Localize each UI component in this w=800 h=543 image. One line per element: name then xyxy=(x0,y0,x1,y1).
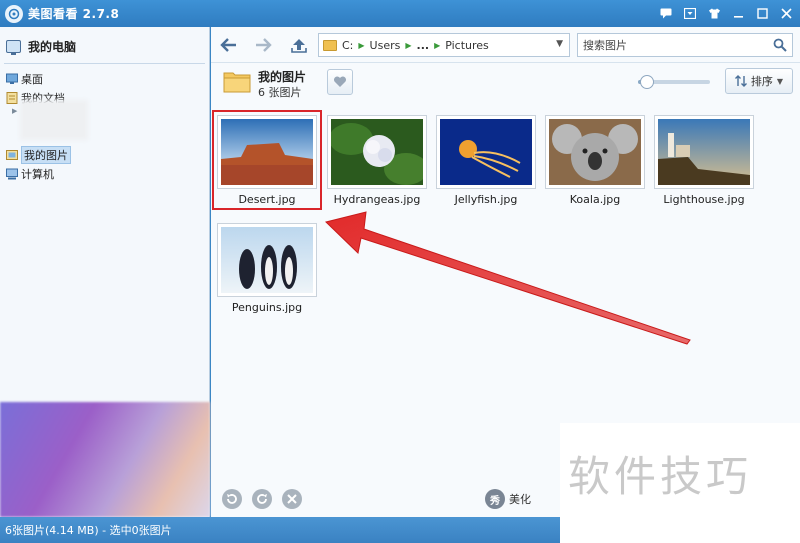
chevron-down-icon: ▼ xyxy=(776,76,784,86)
blurred-area xyxy=(20,100,88,140)
close-icon xyxy=(287,494,297,504)
chevron-down-icon[interactable]: ▼ xyxy=(556,39,563,49)
close-icon[interactable] xyxy=(776,4,796,22)
thumbnail-penguins[interactable]: Penguins.jpg xyxy=(215,219,319,319)
arrow-right-icon xyxy=(256,38,272,52)
maximize-icon[interactable] xyxy=(752,4,772,22)
folder-icon xyxy=(223,72,251,93)
search-placeholder: 搜索图片 xyxy=(583,39,627,52)
breadcrumb-separator-icon: ▶ xyxy=(434,40,441,50)
highlight-box xyxy=(212,110,322,210)
rotate-right-button[interactable] xyxy=(252,489,272,509)
thumbnail-hydrangeas[interactable]: Hydrangeas.jpg xyxy=(325,111,429,211)
nav-toolbar: C: ▶ Users ▶ ... ▶ Pictures ▼ 搜索图片 xyxy=(211,27,800,63)
file-name: Koala.jpg xyxy=(569,193,621,206)
watermark-text: 软件技巧 xyxy=(568,452,753,501)
search-icon[interactable] xyxy=(773,38,787,52)
expand-arrow-icon[interactable]: ▶ xyxy=(12,107,17,115)
beautify-icon: 秀 xyxy=(485,489,505,509)
thumbnail-image xyxy=(545,115,645,189)
zoom-slider-knob[interactable] xyxy=(639,75,654,89)
address-bar[interactable]: C: ▶ Users ▶ ... ▶ Pictures ▼ xyxy=(318,33,570,57)
heart-icon xyxy=(333,76,347,87)
delete-button[interactable] xyxy=(282,489,302,509)
my-computer-header[interactable]: 我的电脑 xyxy=(6,38,76,55)
file-name: Penguins.jpg xyxy=(231,301,303,314)
sidebar-item-label: 桌面 xyxy=(21,72,43,86)
thumbnail-image xyxy=(654,115,754,189)
sidebar: 我的电脑 桌面 我的文档 我的图片 计算机 ▶ xyxy=(0,27,210,517)
breadcrumb-separator-icon: ▶ xyxy=(358,40,365,50)
file-name: Lighthouse.jpg xyxy=(663,193,745,206)
window-title: 美图看看 2.7.8 xyxy=(28,7,120,21)
computer-icon xyxy=(6,168,18,179)
thumbnail-jellyfish[interactable]: Jellyfish.jpg xyxy=(434,111,538,211)
watermark-panel: 软件技巧 xyxy=(560,423,800,543)
arrow-left-icon xyxy=(220,38,236,52)
sidebar-item-label: 计算机 xyxy=(21,167,54,181)
breadcrumb-drive[interactable]: C: xyxy=(342,39,353,52)
sidebar-item-label: 我的图片 xyxy=(21,145,71,164)
up-folder-button[interactable] xyxy=(288,34,310,56)
folder-icon xyxy=(323,39,337,51)
sidebar-divider xyxy=(4,63,205,64)
zoom-slider[interactable] xyxy=(638,75,710,89)
breadcrumb-pictures[interactable]: Pictures xyxy=(445,39,489,52)
sort-label: 排序 xyxy=(750,75,773,88)
thumbnail-image xyxy=(436,115,536,189)
rotate-left-icon xyxy=(227,494,237,504)
forward-button[interactable] xyxy=(252,34,274,56)
file-name: Hydrangeas.jpg xyxy=(333,193,421,206)
app-window: 美图看看 2.7.8 我的电脑 桌面 我的文档 我的图片 计算机 ▶ C: ▶ … xyxy=(0,0,800,543)
breadcrumb-ellipsis[interactable]: ... xyxy=(417,39,430,52)
breadcrumb-separator-icon: ▶ xyxy=(405,40,412,50)
status-text: 6张图片(4.14 MB) - 选中0张图片 xyxy=(5,524,172,537)
blurred-preview xyxy=(0,402,210,517)
sort-button[interactable]: 排序 ▼ xyxy=(725,68,793,94)
documents-icon xyxy=(6,91,18,104)
folder-info-bar: 我的图片 6 张图片 排序 ▼ xyxy=(211,63,800,105)
image-count: 6 张图片 xyxy=(258,86,302,99)
breadcrumb-users[interactable]: Users xyxy=(370,39,401,52)
back-button[interactable] xyxy=(218,34,240,56)
rotate-left-button[interactable] xyxy=(222,489,242,509)
computer-icon xyxy=(6,40,21,55)
pictures-folder-icon xyxy=(6,149,18,160)
beautify-label: 美化 xyxy=(509,493,531,506)
sort-icon xyxy=(734,75,747,87)
thumbnail-koala[interactable]: Koala.jpg xyxy=(543,111,647,211)
thumbnail-lighthouse[interactable]: Lighthouse.jpg xyxy=(652,111,756,211)
skin-icon[interactable] xyxy=(704,4,724,22)
search-input[interactable]: 搜索图片 xyxy=(577,33,793,57)
my-computer-label: 我的电脑 xyxy=(28,40,77,54)
sidebar-item-desktop[interactable]: 桌面 xyxy=(6,69,71,88)
minimize-icon[interactable] xyxy=(728,4,748,22)
rotate-right-icon xyxy=(257,494,267,504)
thumbnail-image xyxy=(327,115,427,189)
feedback-icon[interactable] xyxy=(656,4,676,22)
desktop-icon xyxy=(6,73,18,84)
menu-icon[interactable] xyxy=(680,4,700,22)
favorite-button[interactable] xyxy=(327,69,353,95)
folder-name: 我的图片 xyxy=(258,70,307,84)
file-name: Jellyfish.jpg xyxy=(454,193,518,206)
app-logo-icon xyxy=(5,4,23,23)
up-arrow-icon xyxy=(291,39,307,53)
sidebar-item-pictures[interactable]: 我的图片 xyxy=(6,145,71,164)
sidebar-item-computer[interactable]: 计算机 xyxy=(6,164,71,183)
beautify-button[interactable]: 秀 美化 xyxy=(485,489,531,509)
thumbnail-image xyxy=(217,223,317,297)
thumbnail-desert[interactable]: Desert.jpg xyxy=(212,110,322,211)
title-bar: 美图看看 2.7.8 xyxy=(0,0,800,27)
